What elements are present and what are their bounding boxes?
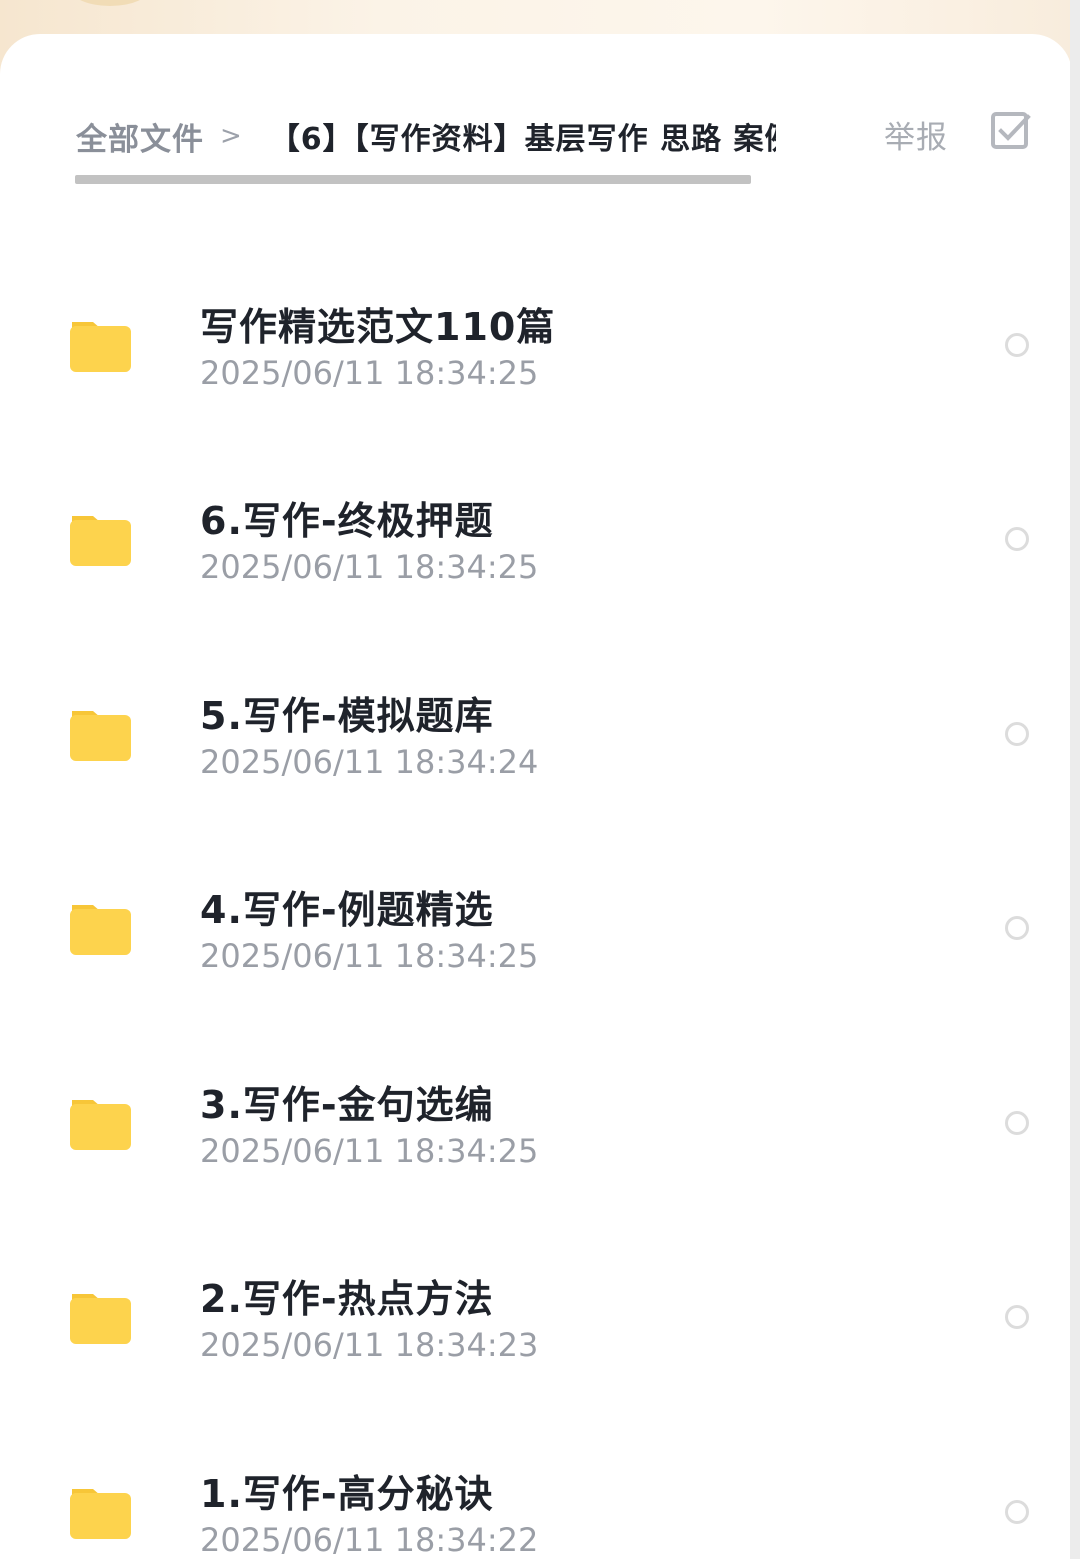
file-timestamp: 2025/06/11 18:34:22 — [200, 1521, 539, 1559]
folder-icon — [70, 1294, 131, 1344]
folder-icon — [70, 322, 131, 372]
file-row[interactable]: 1.写作-高分秘诀 2025/06/11 18:34:22 — [0, 1417, 1072, 1559]
file-timestamp: 2025/06/11 18:34:25 — [200, 937, 539, 975]
file-name: 3.写作-金句选编 — [200, 1083, 494, 1127]
report-button[interactable]: 举报 — [884, 112, 948, 157]
file-timestamp: 2025/06/11 18:34:25 — [200, 354, 539, 392]
file-row[interactable]: 2.写作-热点方法 2025/06/11 18:34:23 — [0, 1222, 1072, 1416]
select-radio[interactable] — [1005, 1111, 1029, 1135]
breadcrumb: 全部文件 > 【6】【写作资料】基层写作 思路 案例 — [76, 110, 776, 162]
folder-icon — [70, 516, 131, 566]
breadcrumb-current-folder: 【6】【写作资料】基层写作 思路 案例 — [269, 122, 776, 157]
breadcrumb-root[interactable]: 全部文件 — [76, 114, 204, 159]
file-row[interactable]: 6.写作-终极押题 2025/06/11 18:34:25 — [0, 444, 1072, 638]
file-name: 6.写作-终极押题 — [200, 499, 494, 543]
file-row[interactable]: 5.写作-模拟题库 2025/06/11 18:34:24 — [0, 639, 1072, 833]
file-name: 4.写作-例题精选 — [200, 888, 494, 932]
select-radio[interactable] — [1005, 916, 1029, 940]
breadcrumb-separator: > — [220, 121, 242, 151]
file-name: 1.写作-高分秘诀 — [200, 1472, 494, 1516]
file-timestamp: 2025/06/11 18:34:25 — [200, 548, 539, 586]
select-radio[interactable] — [1005, 1305, 1029, 1329]
file-row[interactable]: 写作精选范文110篇 2025/06/11 18:34:25 — [0, 250, 1072, 444]
checkbox-icon[interactable] — [991, 111, 1031, 151]
file-timestamp: 2025/06/11 18:34:23 — [200, 1326, 539, 1364]
folder-icon — [70, 1489, 131, 1539]
select-radio[interactable] — [1005, 333, 1029, 357]
file-row[interactable]: 4.写作-例题精选 2025/06/11 18:34:25 — [0, 833, 1072, 1027]
folder-icon — [70, 1100, 131, 1150]
select-radio[interactable] — [1005, 1500, 1029, 1524]
select-radio[interactable] — [1005, 722, 1029, 746]
file-timestamp: 2025/06/11 18:34:25 — [200, 1132, 539, 1170]
folder-icon — [70, 905, 131, 955]
breadcrumb-scroll-track[interactable] — [75, 175, 751, 184]
file-name: 写作精选范文110篇 — [200, 305, 556, 349]
folder-icon — [70, 711, 131, 761]
file-name: 2.写作-热点方法 — [200, 1277, 494, 1321]
file-name: 5.写作-模拟题库 — [200, 694, 494, 738]
select-radio[interactable] — [1005, 527, 1029, 551]
file-timestamp: 2025/06/11 18:34:24 — [200, 743, 539, 781]
file-row[interactable]: 3.写作-金句选编 2025/06/11 18:34:25 — [0, 1028, 1072, 1222]
